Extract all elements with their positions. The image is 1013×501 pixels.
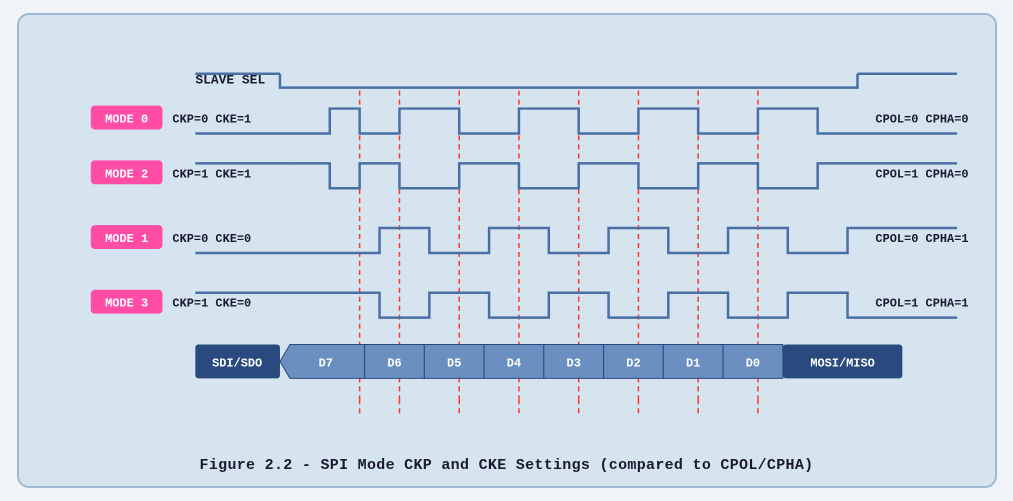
data-d0-label: D0 bbox=[745, 356, 759, 370]
mode2-cpol-cpha: CPOL=1 CPHA=0 bbox=[875, 167, 968, 181]
data-d7-label: D7 bbox=[318, 356, 332, 370]
slave-sel-wave bbox=[279, 74, 857, 88]
mode0-params: CKP=0 CKE=1 bbox=[172, 113, 251, 127]
figure-caption: Figure 2.2 - SPI Mode CKP and CKE Settin… bbox=[200, 457, 814, 474]
diagram-area: SLAVE SEL MODE 0 CKP=0 CKE=1 CPOL=0 CPHA… bbox=[41, 33, 973, 447]
mode0-wave bbox=[289, 109, 867, 134]
data-d3-label: D3 bbox=[566, 356, 580, 370]
mode1-label: MODE 1 bbox=[105, 232, 148, 246]
data-d4-label: D4 bbox=[506, 356, 520, 370]
data-d6-label: D6 bbox=[387, 356, 401, 370]
mode2-label: MODE 2 bbox=[105, 167, 148, 181]
mode2-wave bbox=[289, 163, 867, 188]
mode3-label: MODE 3 bbox=[105, 297, 148, 311]
data-d1-label: D1 bbox=[686, 356, 700, 370]
data-d2-label: D2 bbox=[626, 356, 640, 370]
mode2-params: CKP=1 CKE=1 bbox=[172, 167, 251, 181]
mode3-wave bbox=[289, 293, 867, 318]
mode1-cpol-cpha: CPOL=0 CPHA=1 bbox=[875, 232, 968, 246]
data-d5-label: D5 bbox=[447, 356, 461, 370]
data-sdisdo-label: SDI/SDO bbox=[212, 356, 262, 370]
mode1-wave bbox=[289, 228, 867, 253]
timing-diagram-svg: SLAVE SEL MODE 0 CKP=0 CKE=1 CPOL=0 CPHA… bbox=[41, 33, 973, 447]
diagram-container: SLAVE SEL MODE 0 CKP=0 CKE=1 CPOL=0 CPHA… bbox=[17, 13, 997, 488]
mode3-cpol-cpha: CPOL=1 CPHA=1 bbox=[875, 297, 968, 311]
mode0-cpol-cpha: CPOL=0 CPHA=0 bbox=[875, 113, 968, 127]
mode1-params: CKP=0 CKE=0 bbox=[172, 232, 251, 246]
mode0-label: MODE 0 bbox=[105, 113, 148, 127]
data-mosimiso-label: MOSI/MISO bbox=[810, 356, 874, 370]
mode3-params: CKP=1 CKE=0 bbox=[172, 297, 251, 311]
